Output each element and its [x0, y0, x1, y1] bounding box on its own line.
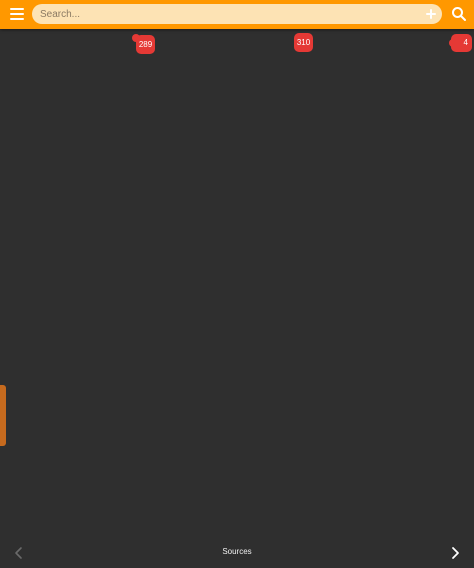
bottom-bar: Sources [0, 540, 474, 568]
bottom-title: Sources [222, 547, 252, 556]
count-badge: 4 [451, 34, 472, 52]
plus-icon [425, 8, 437, 20]
chevron-right-icon [447, 545, 463, 561]
search-input[interactable] [40, 4, 410, 24]
next-button[interactable] [447, 545, 463, 561]
menu-button[interactable] [6, 4, 28, 24]
app-root: 289 310 4 Sources [0, 0, 474, 568]
count-badge: 310 [294, 33, 313, 52]
count-badge: 289 [136, 35, 155, 54]
search-box [32, 4, 442, 24]
search-icon [451, 6, 467, 22]
add-button[interactable] [425, 8, 437, 20]
menu-icon [6, 4, 28, 24]
top-bar [0, 0, 474, 29]
search-button[interactable] [451, 6, 467, 22]
side-drawer-handle[interactable] [0, 385, 6, 446]
